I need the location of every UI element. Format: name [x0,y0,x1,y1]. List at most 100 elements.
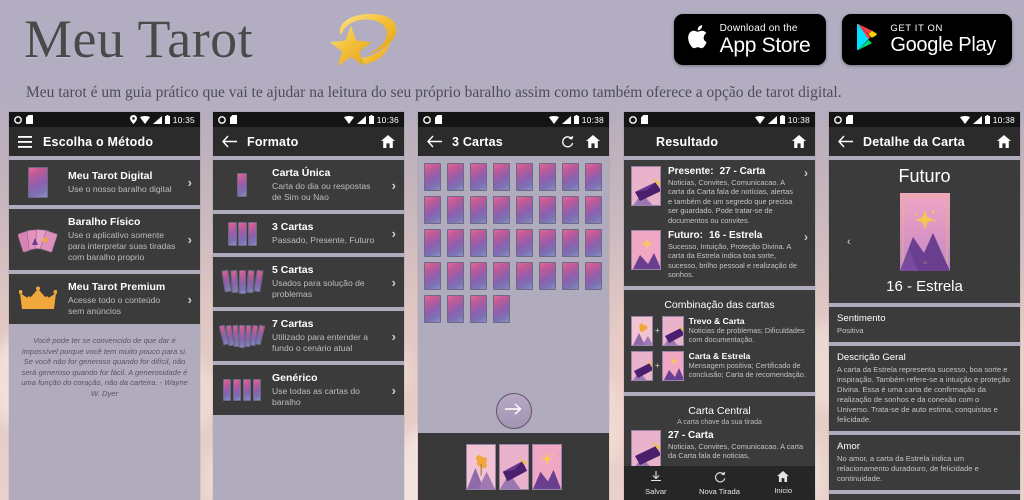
deck-card[interactable] [539,229,556,257]
deck-card[interactable] [424,229,441,257]
chevron-right-icon: › [804,230,808,245]
home-icon[interactable] [380,134,396,150]
deck-card[interactable] [585,196,602,224]
deck-card[interactable] [516,196,533,224]
deck-card[interactable] [424,196,441,224]
back-arrow-icon[interactable] [837,134,853,150]
deck-card[interactable] [493,163,510,191]
carta-card[interactable] [498,443,529,490]
list-item-title: Genérico [272,372,318,384]
chevron-right-icon: › [187,291,192,307]
seven-cards-icon [218,324,266,348]
deck-card[interactable] [585,163,602,191]
status-bar: 10:38 [418,112,609,127]
app-bar: Detalhe da Carta [829,127,1020,156]
list-item-title: 5 Cartas [272,264,314,276]
deck-card[interactable] [493,262,510,290]
screenshot-resultado: 10:38 Resultado Presente: 27 - Carta Not… [624,112,815,500]
section-body: A carta da Estrela representa sucesso, b… [837,365,1010,424]
hamburger-menu-icon[interactable] [17,134,33,150]
deck-card[interactable] [562,163,579,191]
next-button[interactable] [495,393,532,429]
chevron-left-icon[interactable]: ‹ [847,236,851,248]
back-arrow-icon[interactable] [221,134,237,150]
deck-card[interactable] [539,262,556,290]
back-arrow-icon[interactable] [426,134,442,150]
deck-card[interactable] [585,229,602,257]
deck-card[interactable] [447,163,464,191]
bottom-nav-inicio[interactable]: Inicio [751,466,815,500]
status-bar: 10:35 [9,112,200,127]
list-item-title: Baralho Físico [68,216,141,228]
list-item-subtitle: Use todas as cartas do baralho [272,386,360,407]
google-play-badge[interactable]: GET IT ON Google Play [842,14,1012,65]
deck-card[interactable] [470,196,487,224]
home-icon [777,471,790,485]
list-item-subtitle: Use o aplicativo somente para interpreta… [68,230,176,262]
deck-card[interactable] [493,295,510,323]
screen-body: Carta Única Carta do dia ou respostas de… [213,156,404,500]
list-item[interactable]: Baralho Físico Use o aplicativo somente … [9,209,200,270]
card-position-label: Futuro [898,166,951,186]
crown-icon [17,286,59,312]
bottom-nav-salvar[interactable]: Salvar [624,466,688,500]
result-item[interactable]: Presente: 27 - Carta Noticias, Convites, … [631,166,808,225]
home-icon[interactable] [996,134,1012,150]
deck-card[interactable] [539,163,556,191]
download-icon [650,470,662,486]
list-item[interactable]: 3 Cartas Passado, Presente, Futuro › [213,214,404,253]
list-item-subtitle: Utilizado para entender a fundo o cenári… [272,332,369,353]
deck-card[interactable] [493,196,510,224]
list-item[interactable]: Genérico Use todas as cartas do baralho … [213,365,404,415]
trevo-card[interactable] [465,443,496,490]
deck-card[interactable] [424,295,441,323]
detail-section-amor: Amor No amor, a carta da Estrela indica … [829,435,1020,490]
list-item[interactable]: Carta Única Carta do dia ou respostas de… [213,160,404,210]
deck-card[interactable] [516,262,533,290]
list-item[interactable]: 5 Cartas Usados para solução de problema… [213,257,404,307]
chevron-right-icon: › [391,274,396,290]
home-icon[interactable] [791,134,807,150]
deck-card[interactable] [447,196,464,224]
list-item-title: Meu Tarot Digital [68,170,153,182]
central-card-item[interactable]: 27 - Carta Noticias, Convites, Comunicac… [631,429,808,470]
next-button-area [418,393,609,433]
app-bar-title: Escolha o Método [43,134,154,149]
deck-card[interactable] [562,229,579,257]
deck-card[interactable] [447,229,464,257]
list-item[interactable]: Meu Tarot Digital Use o nosso baralho di… [9,160,200,205]
signal-icon [561,115,571,124]
battery-icon [573,115,579,124]
wifi-icon [959,115,970,124]
refresh-icon[interactable] [559,134,575,150]
chevron-right-icon: › [391,328,396,344]
deck-card[interactable] [424,163,441,191]
deck-card[interactable] [516,163,533,191]
deck-card[interactable] [585,262,602,290]
deck-card[interactable] [447,295,464,323]
deck-card[interactable] [493,229,510,257]
list-item[interactable]: 7 Cartas Utilizado para entender a fundo… [213,311,404,361]
deck-card[interactable] [516,229,533,257]
status-time: 10:35 [172,114,195,125]
home-icon[interactable] [585,134,601,150]
status-time: 10:38 [581,114,604,125]
app-store-badge[interactable]: Download on the App Store [673,14,827,65]
svg-text:16: 16 [923,261,927,265]
deck-card[interactable] [470,262,487,290]
bottom-nav-nova-tirada[interactable]: Nova Tirada [688,466,752,500]
list-item-subtitle: Passado, Presente, Futuro [272,235,375,245]
deck-card[interactable] [470,295,487,323]
deck-card[interactable] [562,196,579,224]
deck-card[interactable] [470,163,487,191]
deck-card[interactable] [539,196,556,224]
estrela-card[interactable] [531,443,562,490]
result-item[interactable]: Futuro: 16 - Estrela Sucesso, Intuição, P… [631,230,808,280]
deck-card[interactable] [470,229,487,257]
app-bar: 3 Cartas [418,127,609,156]
deck-card[interactable] [447,262,464,290]
deck-card[interactable] [562,262,579,290]
list-item[interactable]: Meu Tarot Premium Acesse todo o conteúdo… [9,274,200,324]
deck-card[interactable] [424,262,441,290]
card-detail-hero: Futuro ‹ 16 16 - Estrela [829,160,1020,303]
